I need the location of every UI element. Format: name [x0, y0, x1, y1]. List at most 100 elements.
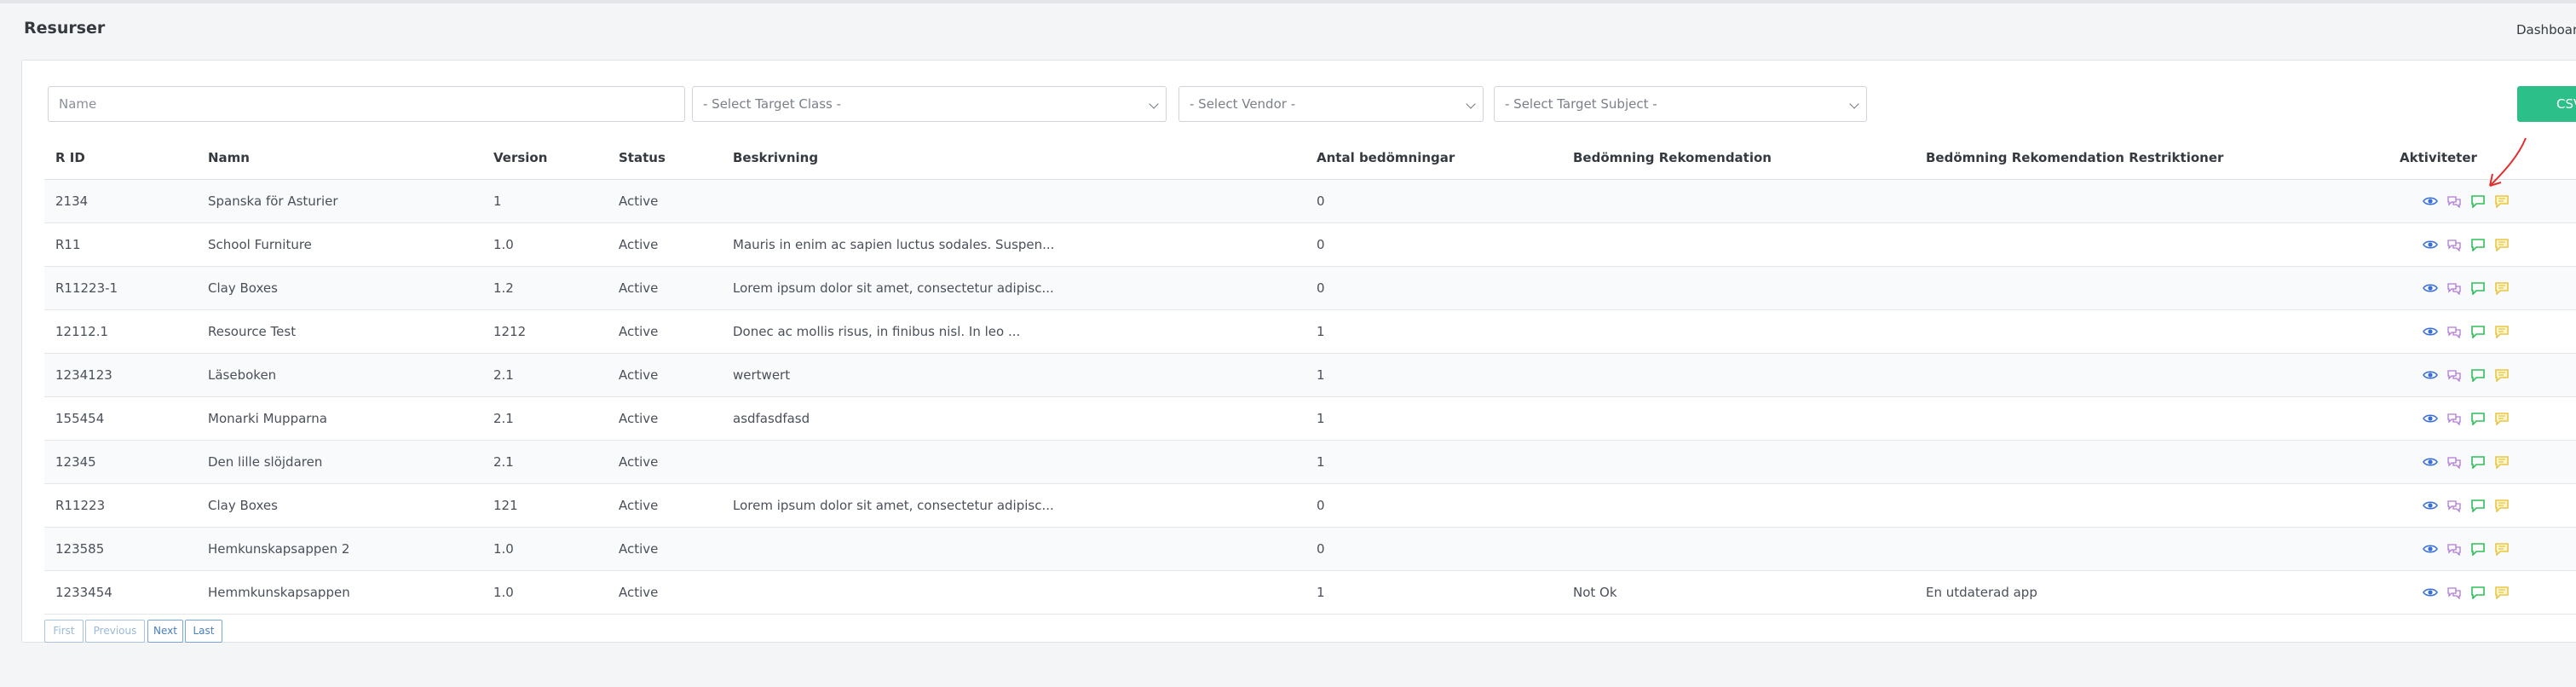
- vendor-select[interactable]: - Select Vendor -: [1179, 86, 1484, 122]
- comment-yellow-icon[interactable]: [2494, 586, 2510, 600]
- comment-green-icon[interactable]: [2470, 281, 2486, 296]
- column-header-beskrivning[interactable]: Beskrivning: [722, 136, 1305, 180]
- comment-green-icon[interactable]: [2470, 238, 2486, 252]
- cell-rid: R11223-1: [44, 266, 197, 310]
- cell-beskrivning: [722, 440, 1305, 484]
- cell-antal-bedomningar: 0: [1305, 527, 1562, 571]
- eye-icon[interactable]: [2423, 542, 2438, 556]
- comment-green-icon[interactable]: [2470, 325, 2486, 339]
- cell-status: Active: [608, 483, 722, 528]
- comment-yellow-icon[interactable]: [2494, 368, 2510, 383]
- comments-icon[interactable]: [2446, 499, 2462, 513]
- cell-antal-bedomningar: 0: [1305, 179, 1562, 223]
- cell-version: 1.0: [482, 527, 608, 571]
- eye-icon[interactable]: [2423, 238, 2438, 251]
- top-border: [0, 0, 2576, 3]
- comment-yellow-icon[interactable]: [2494, 542, 2510, 557]
- cell-rekommendation: [1562, 353, 1915, 397]
- resources-card: - Select Target Class - - Select Vendor …: [21, 60, 2576, 643]
- csv-export-button[interactable]: CSV: [2517, 86, 2576, 122]
- eye-icon[interactable]: [2423, 368, 2438, 382]
- comments-icon[interactable]: [2446, 194, 2462, 209]
- pagination-last-button[interactable]: Last: [185, 620, 222, 643]
- comments-icon[interactable]: [2446, 455, 2462, 470]
- comment-green-icon[interactable]: [2470, 194, 2486, 209]
- pagination-next-button[interactable]: Next: [147, 620, 183, 643]
- comments-icon[interactable]: [2446, 586, 2462, 600]
- comment-green-icon[interactable]: [2470, 368, 2486, 383]
- target-subject-select[interactable]: - Select Target Subject -: [1494, 86, 1867, 122]
- cell-aktiviteter: [2389, 179, 2576, 223]
- comment-green-icon[interactable]: [2470, 542, 2486, 557]
- cell-restriktioner: [1915, 179, 2389, 223]
- breadcrumb-dashboard-link[interactable]: Dashboard: [2516, 22, 2576, 38]
- comment-yellow-icon[interactable]: [2494, 238, 2510, 252]
- cell-status: Active: [608, 309, 722, 354]
- comment-yellow-icon[interactable]: [2494, 194, 2510, 209]
- column-header-antal[interactable]: Antal bedömningar: [1305, 136, 1562, 180]
- comment-yellow-icon[interactable]: [2494, 325, 2510, 339]
- comments-icon[interactable]: [2446, 368, 2462, 383]
- column-header-status[interactable]: Status: [608, 136, 722, 180]
- comments-icon[interactable]: [2446, 238, 2462, 252]
- cell-version: 121: [482, 483, 608, 528]
- page-footer-area: [0, 653, 2576, 687]
- cell-namn: Hemkunskapsappen 2: [197, 527, 482, 571]
- cell-beskrivning: [722, 570, 1305, 615]
- comments-icon[interactable]: [2446, 281, 2462, 296]
- column-header-version[interactable]: Version: [482, 136, 608, 180]
- cell-namn: Spanska för Asturier: [197, 179, 482, 223]
- comments-icon[interactable]: [2446, 325, 2462, 339]
- comment-yellow-icon[interactable]: [2494, 281, 2510, 296]
- pagination-previous-button[interactable]: Previous: [85, 620, 145, 643]
- cell-rekommendation: Not Ok: [1562, 570, 1915, 615]
- eye-icon[interactable]: [2423, 194, 2438, 208]
- comment-green-icon[interactable]: [2470, 455, 2486, 470]
- cell-aktiviteter: [2389, 396, 2576, 441]
- cell-antal-bedomningar: 1: [1305, 353, 1562, 397]
- cell-rid: R11223: [44, 483, 197, 528]
- cell-beskrivning: asdfasdfasd: [722, 396, 1305, 441]
- comment-green-icon[interactable]: [2470, 586, 2486, 600]
- filter-bar: - Select Target Class - - Select Vendor …: [48, 86, 2576, 124]
- eye-icon[interactable]: [2423, 586, 2438, 599]
- chevron-down-icon: [1466, 99, 1476, 109]
- column-header-rid[interactable]: R ID: [44, 136, 197, 180]
- eye-icon[interactable]: [2423, 499, 2438, 512]
- target-class-select[interactable]: - Select Target Class -: [692, 86, 1167, 122]
- target-class-select-value: - Select Target Class -: [703, 96, 842, 112]
- eye-icon[interactable]: [2423, 325, 2438, 338]
- cell-namn: Hemmkunskapsappen: [197, 570, 482, 615]
- activity-icons: [2400, 354, 2576, 396]
- cell-restriktioner: [1915, 440, 2389, 484]
- column-header-namn[interactable]: Namn: [197, 136, 482, 180]
- table-row: R11223 Clay Boxes 121 Active Lorem ipsum dol…: [44, 483, 2576, 528]
- eye-icon[interactable]: [2423, 455, 2438, 469]
- table-row: 2134 Spanska för Asturier 1 Active 0: [44, 179, 2576, 223]
- cell-antal-bedomningar: 0: [1305, 222, 1562, 267]
- comment-yellow-icon[interactable]: [2494, 412, 2510, 426]
- name-search-input[interactable]: [48, 86, 685, 122]
- cell-beskrivning: Donec ac mollis risus, in finibus nisl. …: [722, 309, 1305, 354]
- cell-rid: R11: [44, 222, 197, 267]
- cell-namn: Resource Test: [197, 309, 482, 354]
- comment-green-icon[interactable]: [2470, 499, 2486, 513]
- cell-namn: Den lille slöjdaren: [197, 440, 482, 484]
- chevron-down-icon: [1149, 99, 1159, 109]
- cell-status: Active: [608, 570, 722, 615]
- comments-icon[interactable]: [2446, 542, 2462, 557]
- comment-green-icon[interactable]: [2470, 412, 2486, 426]
- cell-aktiviteter: [2389, 266, 2576, 310]
- eye-icon[interactable]: [2423, 412, 2438, 425]
- eye-icon[interactable]: [2423, 281, 2438, 295]
- column-header-rekommendation[interactable]: Bedömning Rekomendation: [1562, 136, 1915, 180]
- pagination-first-button[interactable]: First: [44, 620, 84, 643]
- activity-icons: [2400, 223, 2576, 266]
- comments-icon[interactable]: [2446, 412, 2462, 426]
- cell-aktiviteter: [2389, 570, 2576, 615]
- comment-yellow-icon[interactable]: [2494, 499, 2510, 513]
- cell-version: 2.1: [482, 353, 608, 397]
- column-header-aktiviteter: Aktiviteter: [2389, 136, 2576, 180]
- comment-yellow-icon[interactable]: [2494, 455, 2510, 470]
- cell-version: 1.2: [482, 266, 608, 310]
